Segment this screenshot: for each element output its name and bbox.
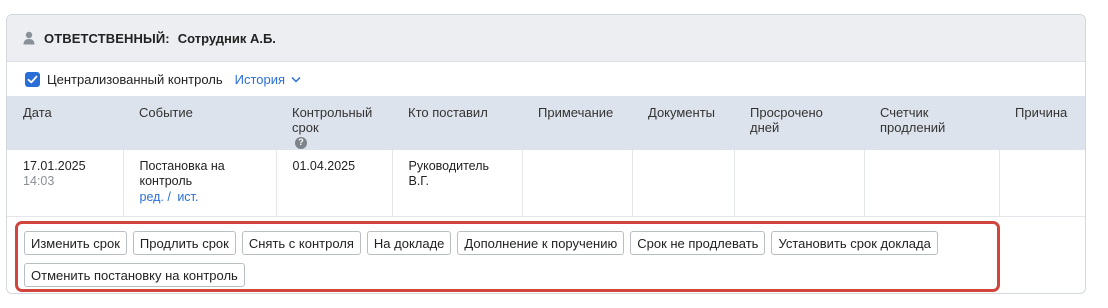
- table-row: 17.01.2025 14:03 Постановка на контроль …: [7, 150, 1085, 217]
- who-set-name: Руководитель В.Г.: [408, 159, 490, 188]
- cell-reason: [999, 150, 1085, 217]
- control-history-table: Дата Событие Контрольный срок ? Кто пост…: [7, 96, 1085, 217]
- overdue-header-label: Просрочено дней: [750, 105, 823, 135]
- responsible-label: ОТВЕТСТВЕННЫЙ:: [44, 30, 170, 46]
- column-header-reason: Причина: [999, 96, 1085, 150]
- checkmark-icon: [27, 75, 38, 83]
- person-icon: [21, 30, 37, 46]
- set-report-deadline-button[interactable]: Установить срок доклада: [771, 231, 938, 255]
- on-report-button[interactable]: На докладе: [366, 231, 452, 255]
- supplement-to-order-button[interactable]: Дополнение к поручению: [457, 231, 625, 255]
- change-deadline-button[interactable]: Изменить срок: [24, 231, 127, 255]
- actions-row-2: Отменить постановку на контроль: [24, 263, 997, 287]
- cell-overdue-days: [734, 150, 865, 217]
- cell-extension-count: [864, 150, 1000, 217]
- help-icon[interactable]: ?: [295, 136, 307, 149]
- cell-note: [522, 150, 633, 217]
- deadline-header-label: Контрольный срок: [292, 105, 373, 135]
- extend-deadline-button[interactable]: Продлить срок: [132, 231, 236, 255]
- responsible-panel: ОТВЕТСТВЕННЫЙ: Сотрудник А.Б. Централизо…: [6, 14, 1086, 294]
- control-row: Централизованный контроль История: [7, 62, 1085, 96]
- column-header-deadline: Контрольный срок ?: [276, 96, 392, 150]
- cell-who-set: Руководитель В.Г.: [392, 150, 523, 217]
- cell-date: 17.01.2025 14:03: [7, 150, 124, 217]
- event-date: 17.01.2025: [23, 159, 86, 173]
- column-header-extension-count: Счетчик продлений: [864, 96, 999, 150]
- actions-row-1: Изменить срок Продлить срок Снять с конт…: [24, 231, 997, 255]
- remove-from-control-button[interactable]: Снять с контроля: [241, 231, 361, 255]
- column-header-note: Примечание: [522, 96, 632, 150]
- history-dropdown[interactable]: История: [235, 72, 301, 87]
- actions-highlight-box: Изменить срок Продлить срок Снять с конт…: [15, 221, 1000, 292]
- event-time: 14:03: [23, 174, 55, 188]
- edit-link[interactable]: ред. /: [140, 190, 171, 204]
- extension-header-label: Счетчик продлений: [880, 105, 946, 135]
- history-link-label: История: [234, 71, 286, 87]
- column-header-date: Дата: [7, 96, 123, 150]
- do-not-extend-button[interactable]: Срок не продлевать: [630, 231, 766, 255]
- column-header-event: Событие: [123, 96, 276, 150]
- column-header-who-set: Кто поставил: [392, 96, 522, 150]
- column-header-overdue-days: Просрочено дней: [734, 96, 864, 150]
- cell-documents: [632, 150, 735, 217]
- table-header-row: Дата Событие Контрольный срок ? Кто пост…: [7, 96, 1085, 150]
- event-name: Постановка на контроль: [139, 159, 225, 188]
- cancel-control-button[interactable]: Отменить постановку на контроль: [24, 263, 245, 287]
- responsible-name: Сотрудник А.Б.: [177, 30, 276, 46]
- chevron-down-icon: [291, 76, 301, 83]
- cell-deadline: 01.04.2025: [276, 150, 393, 217]
- panel-header: ОТВЕТСТВЕННЫЙ: Сотрудник А.Б.: [7, 15, 1085, 62]
- source-link[interactable]: ист.: [177, 190, 198, 204]
- centralized-control-label: Централизованный контроль: [47, 71, 223, 87]
- centralized-control-checkbox[interactable]: [25, 71, 40, 87]
- column-header-documents: Документы: [632, 96, 734, 150]
- cell-event: Постановка на контроль ред. / ист.: [123, 150, 277, 217]
